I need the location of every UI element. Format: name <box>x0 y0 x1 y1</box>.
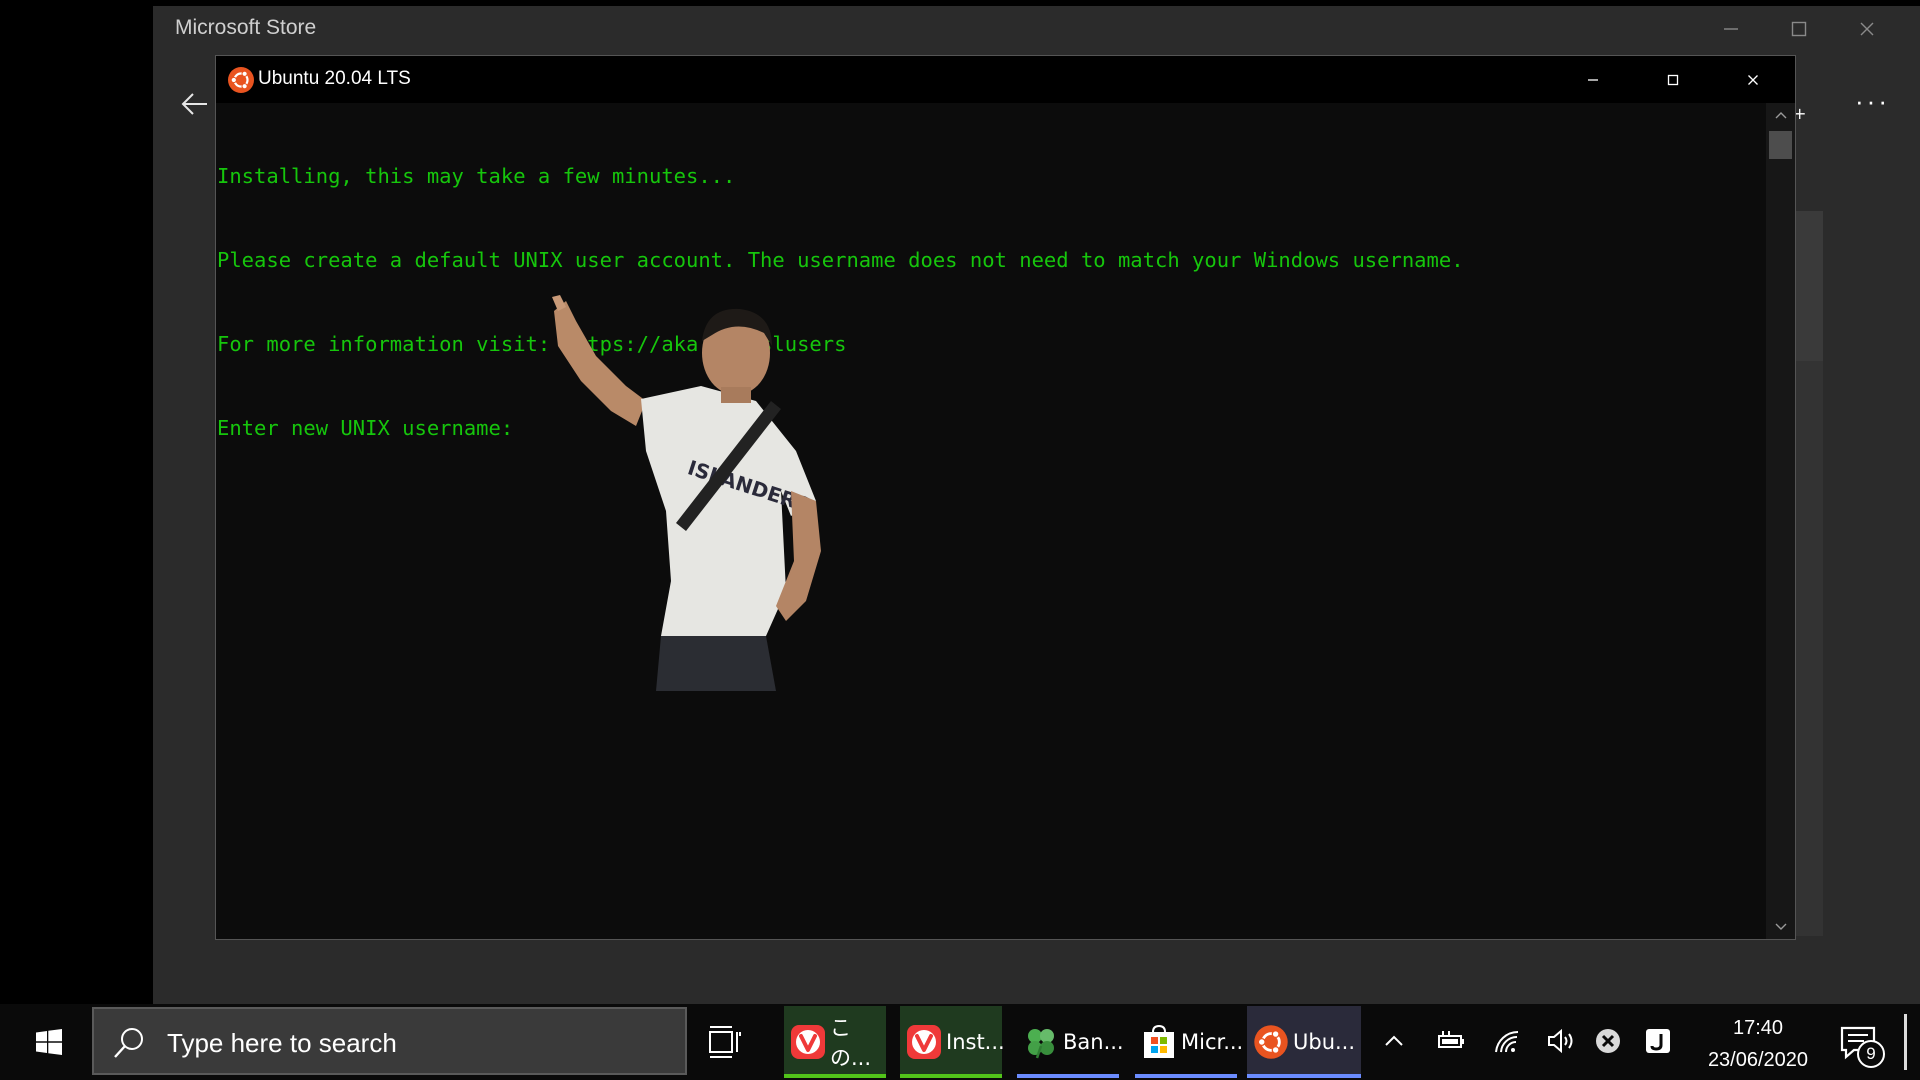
taskbar-app-microsoft-store[interactable]: Micr... <box>1135 1006 1243 1078</box>
terminal-maximize-button[interactable] <box>1633 56 1713 103</box>
show-desktop-button[interactable] <box>1904 1014 1907 1070</box>
store-content-card <box>1793 211 1823 361</box>
terminal-close-button[interactable] <box>1713 56 1793 103</box>
console-line: For more information visit: https://aka.… <box>217 332 847 356</box>
windows-logo-icon <box>36 1029 62 1055</box>
arrow-left-icon <box>181 93 207 115</box>
scroll-up-button[interactable] <box>1766 103 1795 127</box>
close-icon <box>1860 22 1874 36</box>
focused-indicator <box>1247 1074 1361 1078</box>
store-titlebar: Microsoft Store <box>153 6 1920 52</box>
ubuntu-icon <box>228 67 254 93</box>
speaker-icon <box>1548 1028 1573 1054</box>
taskbar-app-clover[interactable]: Ban... <box>1017 1006 1124 1078</box>
vivaldi-icon <box>907 1025 941 1059</box>
taskbar: Type here to search この... Inst... Ban...… <box>0 1004 1920 1080</box>
active-indicator <box>900 1074 1002 1078</box>
taskbar-app-label: Ban... <box>1063 1030 1124 1054</box>
clover-icon <box>1028 1029 1054 1059</box>
taskbar-search-box[interactable]: Type here to search <box>92 1007 687 1075</box>
chevron-up-icon <box>1385 1035 1403 1046</box>
notification-count-badge: 9 <box>1857 1040 1885 1068</box>
taskbar-app-label: Micr... <box>1181 1030 1244 1054</box>
store-window-title: Microsoft Store <box>175 16 317 39</box>
network-tray-button[interactable] <box>1491 1024 1525 1058</box>
store-maximize-button[interactable] <box>1765 6 1833 52</box>
show-hidden-icons-button[interactable] <box>1377 1024 1411 1058</box>
minimize-icon <box>1588 78 1598 81</box>
volume-tray-button[interactable] <box>1544 1024 1578 1058</box>
open-indicator <box>1017 1074 1119 1078</box>
taskbar-app-label: Ubu... <box>1293 1030 1356 1054</box>
taskbar-app-label: Inst... <box>946 1030 1005 1054</box>
terminal-titlebar[interactable]: Ubuntu 20.04 LTS <box>216 56 1795 103</box>
terminal-scrollbar[interactable] <box>1766 103 1795 939</box>
back-button[interactable] <box>179 88 211 120</box>
active-indicator <box>784 1074 886 1078</box>
start-button[interactable] <box>10 1004 88 1080</box>
minimize-icon <box>1724 28 1738 30</box>
maximize-icon <box>1667 74 1679 85</box>
more-options-button[interactable]: ··· <box>1855 86 1890 117</box>
scroll-down-button[interactable] <box>1766 915 1795 939</box>
close-icon <box>1748 74 1758 85</box>
search-placeholder: Type here to search <box>167 1028 397 1058</box>
taskbar-app-ubuntu[interactable]: Ubu... <box>1247 1006 1361 1078</box>
app-tray-icon <box>1646 1029 1670 1053</box>
clock-time: 17:40 <box>1732 1017 1784 1039</box>
chevron-down-icon <box>1775 923 1786 930</box>
scroll-thumb[interactable] <box>1769 131 1792 159</box>
store-minimize-button[interactable] <box>1697 6 1765 52</box>
open-indicator <box>1135 1074 1237 1078</box>
battery-charging-icon <box>1438 1031 1464 1048</box>
ubuntu-terminal-window: Ubuntu 20.04 LTS Installing, this may ta… <box>215 55 1796 940</box>
battery-tray-button[interactable] <box>1433 1024 1467 1058</box>
task-view-icon[interactable] <box>706 1022 746 1062</box>
pointing-person-image: ISLANDERS <box>552 295 821 691</box>
vivaldi-icon <box>791 1025 825 1059</box>
ubuntu-icon <box>1254 1025 1288 1059</box>
terminal-minimize-button[interactable] <box>1553 56 1633 103</box>
status-tray-button[interactable] <box>1591 1024 1625 1058</box>
username-prompt: Enter new UNIX username: <box>217 416 514 440</box>
maximize-icon <box>1791 21 1807 37</box>
microsoft-store-icon <box>1144 1024 1174 1058</box>
taskbar-app-label: この... <box>830 1016 872 1070</box>
console-line: Please create a default UNIX user accoun… <box>217 248 1464 272</box>
terminal-console[interactable]: Installing, this may take a few minutes.… <box>217 106 1765 939</box>
app-tray-button[interactable] <box>1641 1024 1675 1058</box>
console-line: Installing, this may take a few minutes.… <box>217 164 736 188</box>
search-icon <box>114 1028 143 1058</box>
taskbar-clock[interactable]: 17:40 23/06/2020 <box>1683 1012 1833 1076</box>
chevron-up-icon <box>1775 112 1786 119</box>
store-close-button[interactable] <box>1833 6 1901 52</box>
wifi-icon <box>1495 1030 1519 1053</box>
clock-date: 23/06/2020 <box>1707 1049 1809 1071</box>
x-circle-icon <box>1596 1029 1620 1053</box>
taskbar-app-vivaldi-1[interactable]: この... <box>784 1006 886 1078</box>
taskbar-app-vivaldi-2[interactable]: Inst... <box>900 1006 1005 1078</box>
terminal-window-title: Ubuntu 20.04 LTS <box>258 68 411 89</box>
